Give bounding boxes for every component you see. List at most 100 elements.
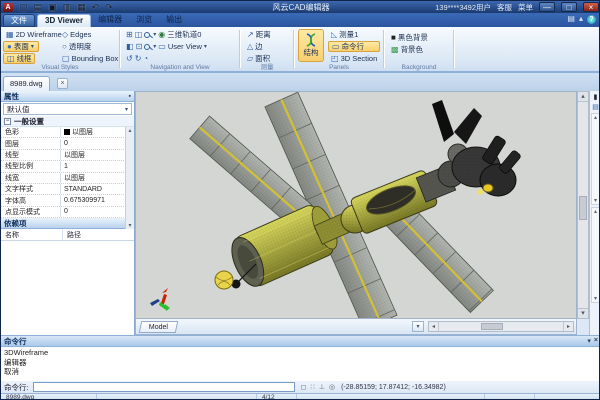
chevron-down-icon: ▾	[31, 43, 34, 50]
snap-mode-icon[interactable]: ◻	[301, 383, 307, 391]
structure-panel-button[interactable]: 结构	[298, 29, 324, 62]
scroll-up-icon[interactable]: ▴	[126, 127, 134, 134]
2d-wireframe-button[interactable]: ▦2D Wireframe	[3, 29, 65, 40]
zoom-icon[interactable]	[144, 32, 150, 38]
pan-alt-icon[interactable]: ◧	[126, 42, 134, 51]
scroll-down-icon[interactable]: ▾	[126, 222, 134, 229]
group-caption: Visual Styles	[1, 64, 119, 71]
canvas-horizontal-scrollbar[interactable]: ◂ ▸	[428, 321, 574, 332]
scroll-up-icon[interactable]: ▴	[592, 208, 599, 215]
print-icon[interactable]: ▦	[77, 2, 86, 12]
menu-link[interactable]: 菜单	[518, 2, 533, 13]
save-as-icon[interactable]: ▥	[63, 2, 72, 12]
command-window-icon: ▭	[332, 42, 340, 51]
undo-icon[interactable]: ↶	[92, 2, 100, 12]
bounding-box-button[interactable]: ▢Bounding Box	[59, 53, 121, 64]
tab-editor[interactable]: 编辑器	[91, 14, 129, 27]
measure-edge-button[interactable]: △边	[244, 41, 274, 52]
property-row[interactable]: 线型比例 1	[1, 161, 134, 172]
viewport-3d[interactable]	[135, 91, 577, 319]
measure-distance-button[interactable]: ↗距离	[244, 29, 274, 40]
customer-service-link[interactable]: 客服	[497, 2, 512, 13]
orbit-continuous-icon[interactable]: ↻	[135, 54, 142, 63]
zoom-window-icon[interactable]: ◫	[135, 30, 143, 39]
tab-3d-viewer[interactable]: 3D Viewer	[37, 14, 91, 27]
command-history: 3DWireframe 编辑器 取消	[1, 347, 600, 380]
edges-button[interactable]: ◇Edges	[59, 29, 121, 40]
scrollbar-thumb[interactable]	[579, 196, 587, 220]
zoom-out-icon[interactable]	[144, 44, 150, 50]
ortho-icon[interactable]: ⊥	[319, 383, 325, 391]
chevron-down-icon[interactable]: ▾	[587, 337, 591, 345]
property-row[interactable]: 图层 0	[1, 138, 134, 149]
document-close-icon[interactable]: ×	[57, 78, 68, 89]
osnap-icon[interactable]: ◎	[329, 383, 335, 391]
minimize-button[interactable]: —	[539, 2, 555, 12]
collapse-ribbon-icon[interactable]: ▴	[579, 14, 583, 24]
scroll-up-icon[interactable]: ▴	[592, 114, 599, 121]
orbit-button[interactable]: 三维轨道0	[167, 29, 201, 40]
tab-browse[interactable]: 浏览	[129, 14, 159, 27]
scroll-down-icon[interactable]: ▾	[592, 197, 599, 204]
scroll-down-icon[interactable]: ▾	[578, 308, 588, 318]
dock-scroll-area[interactable]: ▴ ▾	[591, 113, 600, 205]
scroll-up-icon[interactable]: ▴	[578, 92, 588, 102]
transparency-button[interactable]: ○透明度	[59, 41, 121, 52]
scroll-down-icon[interactable]: ▾	[592, 295, 599, 302]
panel-grip-icon[interactable]: ▮	[590, 93, 600, 101]
chevron-down-icon: ▾	[125, 106, 128, 113]
property-row[interactable]: 字体高 0.675309971	[1, 195, 134, 206]
properties-selector[interactable]: 默认值 ▾	[3, 103, 132, 115]
scroll-left-icon[interactable]: ◂	[429, 322, 439, 331]
tab-output[interactable]: 输出	[159, 14, 189, 27]
column-name[interactable]: 名称	[1, 230, 63, 240]
edges-icon: ◇	[62, 30, 68, 39]
properties-group-row[interactable]: − 一般设置	[1, 116, 134, 127]
document-tab[interactable]: 8989.dwg	[3, 76, 50, 91]
new-file-icon[interactable]: ▢	[19, 2, 28, 12]
orbit-constrained-icon[interactable]: ◔	[143, 54, 148, 63]
zoom-extents-icon[interactable]: ⊡	[136, 42, 143, 51]
command-line-panel-button[interactable]: ▭命令行	[328, 41, 380, 52]
status-filename: 8989.dwg	[1, 394, 97, 400]
close-icon[interactable]: ×	[594, 337, 598, 345]
black-background-button[interactable]: ■黑色背景	[388, 32, 431, 43]
orbit-free-icon[interactable]: ↺	[126, 54, 133, 63]
3d-section-button[interactable]: ◰3D Section	[328, 53, 380, 64]
tab-model[interactable]: Model	[139, 321, 179, 333]
properties-scrollbar[interactable]: ▴ ▾	[125, 127, 134, 229]
pin-icon[interactable]: ▪	[129, 93, 131, 100]
measure1-panel-button[interactable]: ◺测量1	[328, 29, 380, 40]
toolbar-popout-icon[interactable]: ▤	[567, 14, 575, 24]
property-row[interactable]: 点显示模式 0	[1, 207, 134, 218]
scrollbar-thumb[interactable]	[481, 323, 503, 330]
collapse-box-icon[interactable]: −	[4, 118, 11, 125]
left-dock-panel: 属性 ▪ 默认值 ▾ − 一般设置 色彩 以图层 图层 0 线型 以图层	[1, 91, 135, 335]
maximize-button[interactable]: □	[561, 2, 577, 12]
properties-grid: 色彩 以图层 图层 0 线型 以图层 线型比例 1 线宽 以图层 文字样式 ST…	[1, 127, 134, 218]
background-color-button[interactable]: ▩背景色	[388, 44, 431, 55]
table-icon[interactable]: ▤	[590, 103, 600, 111]
app-logo-icon[interactable]: A	[3, 3, 13, 12]
surface-button[interactable]: ●表面▾	[3, 41, 39, 52]
canvas-vertical-scrollbar[interactable]: ▴ ▾	[577, 91, 589, 319]
help-icon[interactable]: ?	[587, 15, 596, 24]
property-row[interactable]: 文字样式 STANDARD	[1, 184, 134, 195]
user-view-button[interactable]: User View	[168, 42, 202, 51]
tab-file[interactable]: 文件	[3, 14, 35, 27]
pan-icon[interactable]: ⊞	[126, 30, 133, 39]
wireframe-button[interactable]: ◫线框	[3, 53, 35, 64]
open-file-icon[interactable]: ▤	[34, 2, 43, 12]
property-row[interactable]: 线型 以图层	[1, 150, 134, 161]
command-input[interactable]	[33, 382, 295, 392]
close-button[interactable]: ×	[583, 2, 599, 12]
property-row[interactable]: 线宽 以图层	[1, 173, 134, 184]
dock-scroll-area[interactable]: ▴ ▾	[591, 207, 600, 303]
grid-icon[interactable]: ∷	[310, 383, 314, 391]
redo-icon[interactable]: ↷	[105, 2, 113, 12]
layout-list-button[interactable]: ▾	[412, 321, 424, 332]
column-path[interactable]: 路径	[63, 230, 134, 240]
scroll-right-icon[interactable]: ▸	[563, 322, 573, 331]
property-row[interactable]: 色彩 以图层	[1, 127, 134, 138]
save-icon[interactable]: ▣	[48, 2, 57, 12]
